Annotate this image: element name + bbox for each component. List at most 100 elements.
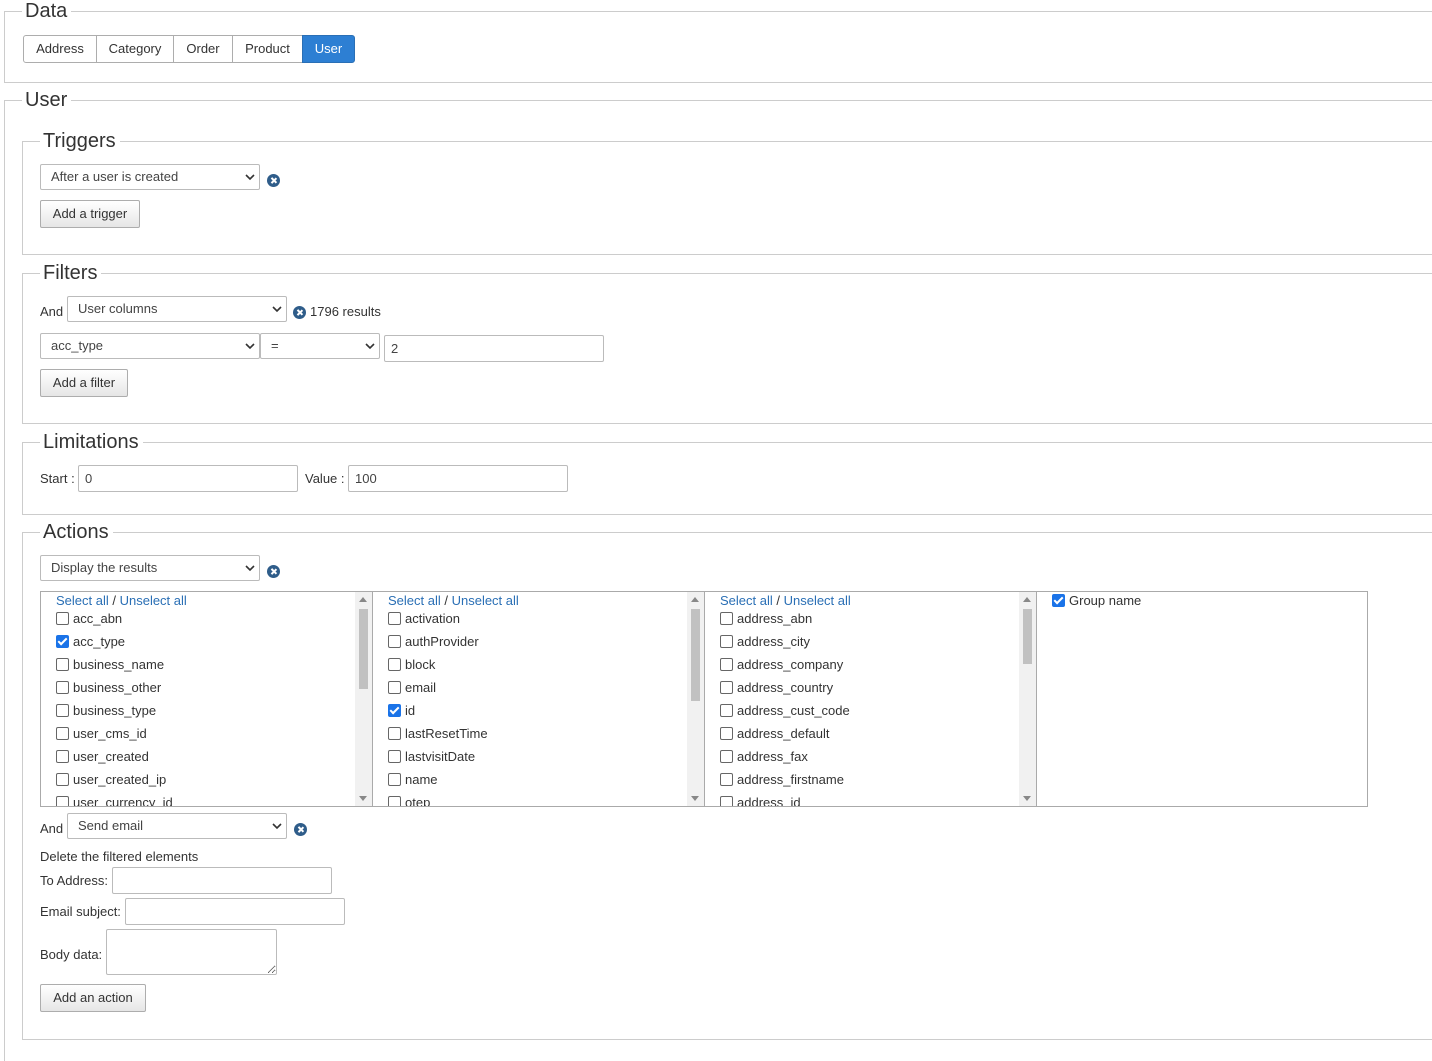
column-option[interactable]: address_cust_code [720, 703, 850, 723]
column-list-1[interactable]: Select all / Unselect all acc_abn acc_typ… [40, 591, 373, 807]
column-option[interactable]: email [388, 680, 436, 700]
filter-value-input[interactable]: 2 [384, 335, 604, 362]
select-all-link[interactable]: Select all [388, 593, 441, 608]
column-option[interactable]: name [388, 772, 438, 792]
filter-type-select[interactable]: User columns [67, 296, 287, 322]
column-checkbox[interactable] [388, 658, 401, 671]
column-checkbox[interactable] [388, 773, 401, 786]
column-option[interactable]: business_type [56, 703, 156, 723]
remove-trigger-icon[interactable] [267, 174, 280, 187]
value-input[interactable]: 100 [348, 465, 568, 492]
scroll-thumb[interactable] [1023, 609, 1032, 664]
column-checkbox[interactable] [388, 612, 401, 625]
column-option[interactable]: lastvisitDate [388, 749, 475, 769]
add-trigger-button[interactable]: Add a trigger [40, 200, 140, 228]
unselect-all-link[interactable]: Unselect all [452, 593, 519, 608]
column-list-3[interactable]: Select all / Unselect all address_abn add… [704, 591, 1037, 807]
tab-product[interactable]: Product [232, 35, 303, 63]
scroll-up-icon[interactable] [359, 597, 367, 602]
column-checkbox[interactable] [56, 681, 69, 694]
add-action-button[interactable]: Add an action [40, 984, 146, 1012]
group-name-checkbox[interactable] [1052, 594, 1065, 607]
column-option[interactable]: authProvider [388, 634, 479, 654]
column-option[interactable]: id [388, 703, 415, 723]
column-checkbox[interactable] [388, 681, 401, 694]
filter-column-select[interactable]: acc_type [40, 333, 260, 359]
column-checkbox[interactable] [720, 704, 733, 717]
scrollbar[interactable] [355, 592, 372, 806]
column-option[interactable]: activation [388, 611, 460, 631]
column-checkbox[interactable] [388, 796, 401, 806]
column-option[interactable]: address_fax [720, 749, 808, 769]
column-option[interactable]: user_cms_id [56, 726, 147, 746]
column-option[interactable]: address_country [720, 680, 833, 700]
column-checkbox[interactable] [720, 727, 733, 740]
scrollbar[interactable] [1019, 592, 1036, 806]
column-checkbox[interactable] [56, 750, 69, 763]
column-checkbox[interactable] [720, 773, 733, 786]
tab-address[interactable]: Address [23, 35, 97, 63]
group-name-option[interactable]: Group name [1052, 593, 1141, 613]
column-checkbox[interactable] [720, 681, 733, 694]
select-all-link[interactable]: Select all [720, 593, 773, 608]
column-option[interactable]: address_id [720, 795, 801, 806]
email-action-select[interactable]: Send email [67, 813, 287, 839]
column-list-2[interactable]: Select all / Unselect all activation auth… [372, 591, 705, 807]
column-option[interactable]: address_city [720, 634, 810, 654]
body-data-textarea[interactable] [106, 929, 277, 975]
column-checkbox[interactable] [388, 727, 401, 740]
remove-email-action-icon[interactable] [294, 823, 307, 836]
tab-order[interactable]: Order [173, 35, 233, 63]
column-checkbox[interactable] [720, 658, 733, 671]
filter-operator-select[interactable]: = [260, 333, 380, 359]
scroll-down-icon[interactable] [1023, 796, 1031, 801]
column-checkbox[interactable] [56, 658, 69, 671]
column-option[interactable]: address_abn [720, 611, 812, 631]
column-option[interactable]: user_created_ip [56, 772, 166, 792]
remove-action-icon[interactable] [267, 565, 280, 578]
select-all-link[interactable]: Select all [56, 593, 109, 608]
scroll-thumb[interactable] [359, 609, 368, 689]
email-subject-input[interactable] [125, 898, 345, 925]
column-option[interactable]: business_name [56, 657, 164, 677]
column-option[interactable]: block [388, 657, 435, 677]
scroll-thumb[interactable] [691, 609, 700, 701]
unselect-all-link[interactable]: Unselect all [784, 593, 851, 608]
trigger-select[interactable]: After a user is created [40, 164, 260, 190]
column-option[interactable]: address_company [720, 657, 843, 677]
column-checkbox[interactable] [388, 635, 401, 648]
action-select[interactable]: Display the results [40, 555, 260, 581]
column-checkbox[interactable] [720, 796, 733, 806]
column-checkbox[interactable] [56, 773, 69, 786]
column-option[interactable]: user_currency_id [56, 795, 173, 806]
scroll-up-icon[interactable] [1023, 597, 1031, 602]
column-checkbox[interactable] [720, 635, 733, 648]
column-option[interactable]: business_other [56, 680, 161, 700]
scrollbar[interactable] [687, 592, 704, 806]
add-filter-button[interactable]: Add a filter [40, 369, 128, 397]
tab-category[interactable]: Category [96, 35, 174, 63]
to-address-input[interactable] [112, 867, 332, 894]
start-input[interactable]: 0 [78, 465, 298, 492]
scroll-down-icon[interactable] [691, 796, 699, 801]
column-checkbox[interactable] [56, 612, 69, 625]
column-option[interactable]: user_created [56, 749, 149, 769]
tab-user[interactable]: User [302, 35, 355, 63]
column-checkbox[interactable] [720, 612, 733, 625]
column-option[interactable]: lastResetTime [388, 726, 488, 746]
column-checkbox[interactable] [720, 750, 733, 763]
column-checkbox[interactable] [388, 704, 401, 717]
column-option[interactable]: address_default [720, 726, 830, 746]
unselect-all-link[interactable]: Unselect all [120, 593, 187, 608]
scroll-down-icon[interactable] [359, 796, 367, 801]
scroll-up-icon[interactable] [691, 597, 699, 602]
column-option[interactable]: otep [388, 795, 430, 806]
column-checkbox[interactable] [56, 727, 69, 740]
column-checkbox[interactable] [56, 635, 69, 648]
column-checkbox[interactable] [388, 750, 401, 763]
column-option[interactable]: acc_abn [56, 611, 122, 631]
column-checkbox[interactable] [56, 796, 69, 806]
remove-filter-icon[interactable] [293, 306, 306, 319]
column-option[interactable]: address_firstname [720, 772, 844, 792]
column-checkbox[interactable] [56, 704, 69, 717]
